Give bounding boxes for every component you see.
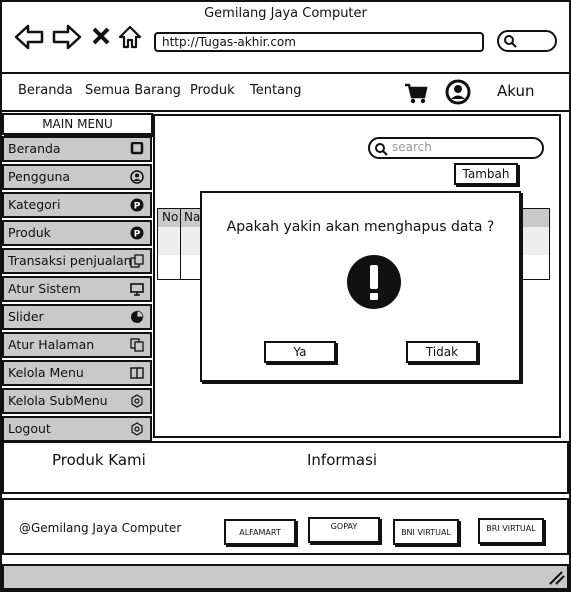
table-col-divider xyxy=(180,209,181,279)
sidebar-item-slider[interactable]: Slider xyxy=(2,304,152,330)
gear-icon xyxy=(131,394,143,408)
sidebar-header: MAIN MENU xyxy=(2,113,153,135)
search-icon xyxy=(375,143,388,156)
sidebar-item-label: Beranda xyxy=(8,141,61,156)
table-header-nama: Na xyxy=(184,210,201,224)
square-icon xyxy=(130,142,144,155)
pie-icon xyxy=(131,310,144,323)
sidebar-item-produk[interactable]: Produk P xyxy=(2,220,152,246)
dialog-message: Apakah yakin akan menghapus data ? xyxy=(226,219,495,235)
table-header-no: No xyxy=(162,210,179,224)
payment-bri-virtual[interactable]: BRI VIRTUAL xyxy=(478,518,544,544)
home-icon[interactable] xyxy=(117,24,143,50)
svg-text:P: P xyxy=(134,230,141,240)
confirm-dialog: Apakah yakin akan menghapus data ? Ya Ti… xyxy=(200,191,521,382)
account-link[interactable]: Akun xyxy=(497,82,535,100)
cart-icon[interactable] xyxy=(404,82,428,104)
back-arrow-icon[interactable] xyxy=(14,24,44,50)
close-icon[interactable] xyxy=(92,27,110,45)
add-button[interactable]: Tambah xyxy=(454,163,518,185)
sidebar-item-label: Logout xyxy=(8,421,51,436)
sidebar-item-label: Produk xyxy=(8,225,51,240)
svg-text:P: P xyxy=(134,202,141,212)
sidebar-item-beranda[interactable]: Beranda xyxy=(2,136,152,162)
nav-link-tentang[interactable]: Tentang xyxy=(250,83,302,98)
pages-icon xyxy=(130,338,144,352)
sidebar-item-kategori[interactable]: Kategori P xyxy=(2,192,152,218)
search-icon xyxy=(504,35,517,48)
exclamation-icon xyxy=(346,254,402,310)
book-icon xyxy=(130,367,144,379)
search-placeholder: search xyxy=(392,140,432,154)
sidebar-header-label: MAIN MENU xyxy=(42,117,113,131)
copyright-text: @Gemilang Jaya Computer xyxy=(19,521,182,535)
sidebar-item-label: Pengguna xyxy=(8,169,71,184)
resize-handle-icon[interactable] xyxy=(548,570,566,586)
browser-search-box[interactable] xyxy=(497,30,557,52)
sidebar-item-label: Kategori xyxy=(8,197,61,212)
payment-bni-virtual[interactable]: BNI VIRTUAL xyxy=(393,519,459,545)
p-circle-icon: P xyxy=(130,226,144,240)
sidebar-item-kelola-menu[interactable]: Kelola Menu xyxy=(2,360,152,386)
nav-link-beranda[interactable]: Beranda xyxy=(18,83,73,98)
sidebar-item-kelola-submenu[interactable]: Kelola SubMenu xyxy=(2,388,152,414)
sidebar-item-label: Transaksi penjualan xyxy=(8,253,132,268)
copy-icon xyxy=(130,254,144,268)
footer-informasi: Informasi xyxy=(307,451,378,469)
yes-button[interactable]: Ya xyxy=(264,341,336,363)
sidebar-item-atur-sistem[interactable]: Atur Sistem xyxy=(2,276,152,302)
search-input[interactable]: search xyxy=(368,137,544,159)
sidebar-item-label: Kelola Menu xyxy=(8,365,84,380)
sidebar-item-label: Kelola SubMenu xyxy=(8,393,108,408)
sidebar-item-label: Atur Halaman xyxy=(8,337,95,352)
forward-arrow-icon[interactable] xyxy=(52,24,82,50)
window-title: Gemilang Jaya Computer xyxy=(204,6,367,21)
user-avatar-icon[interactable] xyxy=(445,79,471,105)
sidebar-item-atur-halaman[interactable]: Atur Halaman xyxy=(2,332,152,358)
payment-gopay[interactable]: GOPAY xyxy=(308,517,380,543)
p-circle-icon: P xyxy=(130,198,144,212)
sidebar-item-label: Slider xyxy=(8,309,44,324)
sidebar-item-pengguna[interactable]: Pengguna xyxy=(2,164,152,190)
gear-icon xyxy=(131,422,143,436)
nav-link-produk[interactable]: Produk xyxy=(190,83,235,98)
sidebar-item-logout[interactable]: Logout xyxy=(2,416,152,442)
address-bar[interactable]: http://Tugas-akhir.com xyxy=(154,32,484,52)
no-button[interactable]: Tidak xyxy=(406,341,478,363)
payment-alfamart[interactable]: ALFAMART xyxy=(224,519,296,545)
sidebar-item-transaksi[interactable]: Transaksi penjualan xyxy=(2,248,152,274)
monitor-icon xyxy=(130,283,144,296)
footer-produk-kami: Produk Kami xyxy=(52,451,146,469)
sidebar-item-label: Atur Sistem xyxy=(8,281,81,296)
status-bar xyxy=(2,564,569,590)
user-icon xyxy=(130,170,144,184)
nav-link-semua-barang[interactable]: Semua Barang xyxy=(85,83,181,98)
